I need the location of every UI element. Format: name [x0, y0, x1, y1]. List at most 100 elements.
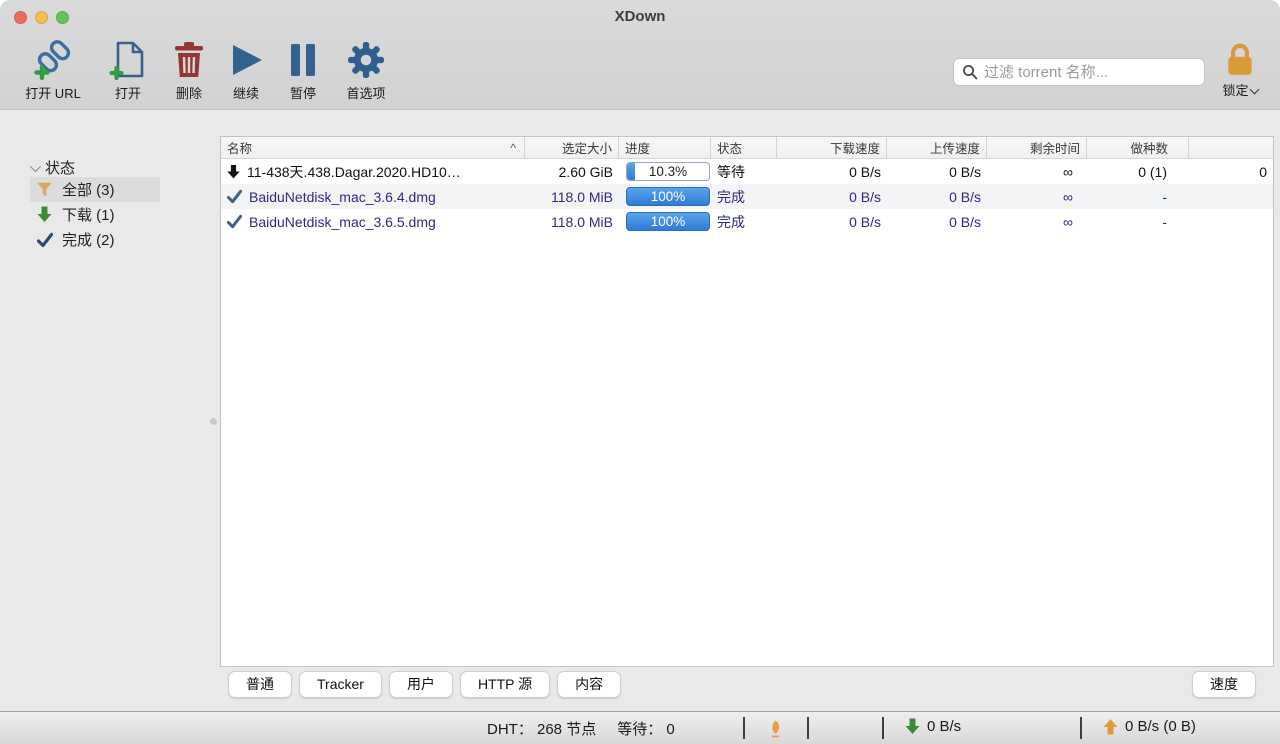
- statusbar-divider: [882, 717, 884, 739]
- torrent-name: BaiduNetdisk_mac_3.6.5.dmg: [249, 214, 436, 230]
- preferences-label: 首选项: [346, 83, 385, 102]
- upload-speed: 0 B/s: [887, 164, 987, 180]
- app-window: XDown 打开 URL: [0, 0, 1280, 744]
- sidebar-item-label: 完成 (2): [62, 229, 115, 250]
- table-header: 名称 ^ 选定大小 进度 状态 下载速度 上传速度 剩余时间 做种数: [221, 137, 1273, 159]
- statusbar-divider: [743, 717, 745, 739]
- statusbar-divider: [807, 717, 809, 739]
- link-add-icon: [33, 40, 73, 80]
- upload-speed: 0 B/s: [887, 189, 987, 205]
- tab-http-source[interactable]: HTTP 源: [460, 671, 550, 698]
- resume-label: 继续: [233, 83, 259, 102]
- open-file-button[interactable]: 打开: [101, 40, 155, 102]
- down-arrow-icon: [36, 206, 53, 223]
- delete-button[interactable]: 删除: [166, 40, 212, 102]
- speed-button[interactable]: 速度: [1192, 671, 1256, 698]
- lock-icon: [1214, 42, 1266, 78]
- chevron-down-icon: [1249, 85, 1259, 95]
- extra-value: 0: [1189, 164, 1273, 180]
- sidebar-group-label: 状态: [45, 157, 75, 178]
- column-header-status[interactable]: 状态: [711, 137, 777, 158]
- sidebar-item-downloading[interactable]: 下载 (1): [30, 202, 160, 227]
- file-add-icon: [109, 40, 147, 80]
- check-icon: [227, 189, 242, 204]
- toolbar: 打开 URL 打开: [16, 40, 406, 102]
- seed-count: -: [1087, 189, 1189, 205]
- progress-bar: 100%: [626, 187, 710, 206]
- sidebar-item-completed[interactable]: 完成 (2): [30, 227, 160, 252]
- torrent-size: 118.0 MiB: [525, 214, 619, 230]
- column-header-remaining-time[interactable]: 剩余时间: [987, 137, 1087, 158]
- gear-icon: [347, 40, 385, 80]
- tab-tracker[interactable]: Tracker: [299, 671, 382, 698]
- column-header-upload-speed[interactable]: 上传速度: [887, 137, 987, 158]
- remaining-time: ∞: [987, 189, 1087, 205]
- column-header-size[interactable]: 选定大小: [525, 137, 619, 158]
- progress-bar: 100%: [626, 212, 710, 231]
- funnel-icon: [36, 181, 53, 198]
- progress-cell: 100%: [619, 187, 711, 206]
- status-bar: DHT： 268 节点 等待： 0 0 B/s: [0, 711, 1280, 744]
- open-url-button[interactable]: 打开 URL: [16, 40, 90, 102]
- preferences-button[interactable]: 首选项: [337, 40, 395, 102]
- pause-button[interactable]: 暂停: [280, 40, 326, 102]
- column-header-seeds[interactable]: 做种数: [1087, 137, 1189, 158]
- delete-label: 删除: [176, 83, 202, 102]
- column-header-name[interactable]: 名称 ^: [221, 137, 525, 158]
- progress-bar: 10.3%: [626, 162, 710, 181]
- waiting-status: 等待： 0: [617, 718, 675, 739]
- total-download-speed: 0 B/s: [905, 718, 961, 735]
- sidebar-item-label: 下载 (1): [62, 204, 115, 225]
- seed-count: 0 (1): [1087, 164, 1189, 180]
- resume-button[interactable]: 继续: [223, 40, 269, 102]
- download-speed: 0 B/s: [777, 189, 887, 205]
- sidebar: 状态 全部 (3) 下载 (1): [0, 110, 220, 666]
- tab-content[interactable]: 内容: [557, 671, 621, 698]
- pause-label: 暂停: [290, 83, 316, 102]
- table-row[interactable]: BaiduNetdisk_mac_3.6.5.dmg 118.0 MiB 100…: [221, 209, 1273, 234]
- splitter-handle[interactable]: [210, 418, 217, 425]
- upload-arrow-icon: [1103, 718, 1118, 735]
- torrent-size: 118.0 MiB: [525, 189, 619, 205]
- chevron-down-icon: [30, 160, 41, 171]
- check-icon: [227, 214, 242, 229]
- search-icon: [962, 64, 978, 80]
- column-header-progress[interactable]: 进度: [619, 137, 711, 158]
- download-speed: 0 B/s: [777, 214, 887, 230]
- search-input[interactable]: [984, 64, 1196, 81]
- progress-label: 10.3%: [627, 163, 709, 181]
- sidebar-group-status[interactable]: 状态: [30, 157, 75, 178]
- torrent-status: 完成: [711, 187, 777, 207]
- progress-label: 100%: [627, 188, 709, 206]
- upload-speed: 0 B/s: [887, 214, 987, 230]
- tab-peers[interactable]: 用户: [389, 671, 453, 698]
- remaining-time: ∞: [987, 164, 1087, 180]
- sidebar-item-all[interactable]: 全部 (3): [30, 177, 160, 202]
- sidebar-item-label: 全部 (3): [62, 179, 115, 200]
- remaining-time: ∞: [987, 214, 1087, 230]
- sidebar-items: 全部 (3) 下载 (1) 完成 (2): [30, 177, 160, 252]
- lock-button[interactable]: 锁定: [1214, 42, 1266, 99]
- seed-count: -: [1087, 214, 1189, 230]
- download-speed: 0 B/s: [777, 164, 887, 180]
- progress-label: 100%: [627, 213, 709, 231]
- progress-cell: 10.3%: [619, 162, 711, 181]
- filter-search-field[interactable]: [953, 58, 1205, 86]
- pause-icon: [289, 40, 317, 80]
- window-chrome: XDown 打开 URL: [0, 0, 1280, 110]
- detail-tabs: 普通 Tracker 用户 HTTP 源 内容: [228, 671, 621, 698]
- download-arrow-icon: [905, 718, 920, 735]
- table-row[interactable]: 11-438天.438.Dagar.2020.HD10… 2.60 GiB 10…: [221, 159, 1273, 184]
- column-header-download-speed[interactable]: 下载速度: [777, 137, 887, 158]
- table-row[interactable]: BaiduNetdisk_mac_3.6.4.dmg 118.0 MiB 100…: [221, 184, 1273, 209]
- open-url-label: 打开 URL: [25, 83, 81, 102]
- play-icon: [228, 40, 264, 80]
- torrent-status: 等待: [711, 162, 777, 182]
- column-header-extra[interactable]: [1189, 137, 1273, 158]
- torrent-name: BaiduNetdisk_mac_3.6.4.dmg: [249, 189, 436, 205]
- torrent-size: 2.60 GiB: [525, 164, 619, 180]
- torrent-name: 11-438天.438.Dagar.2020.HD10…: [247, 162, 461, 182]
- tab-general[interactable]: 普通: [228, 671, 292, 698]
- sort-ascending-icon: ^: [510, 141, 518, 155]
- feather-icon[interactable]: [767, 720, 784, 738]
